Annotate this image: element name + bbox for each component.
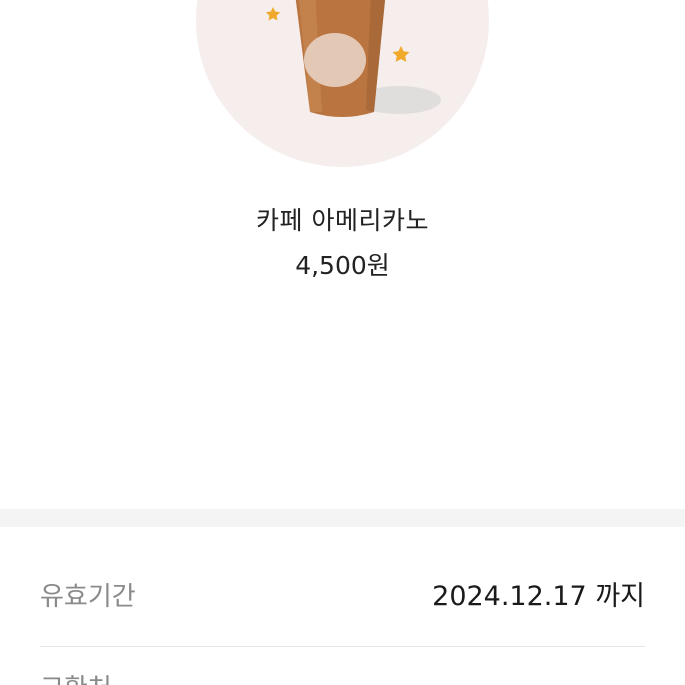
section-divider bbox=[0, 509, 685, 527]
exchange-place-label: 교환처 bbox=[40, 672, 112, 685]
product-price: 4,500원 bbox=[295, 251, 390, 280]
validity-value: 2024.12.17 까지 bbox=[432, 581, 645, 612]
row-divider bbox=[40, 646, 645, 647]
iced-americano-cup-icon bbox=[265, 0, 441, 117]
gift-detail-page: 카페 아메리카노 4,500원 유효기간 2024.12.17 까지 교환처 bbox=[0, 0, 685, 685]
product-name: 카페 아메리카노 bbox=[256, 206, 429, 235]
validity-label: 유효기간 bbox=[40, 582, 136, 612]
star-icon bbox=[265, 7, 281, 21]
product-image-circle bbox=[196, 0, 489, 167]
star-icon bbox=[392, 46, 410, 62]
validity-row: 유효기간 2024.12.17 까지 bbox=[40, 574, 645, 620]
